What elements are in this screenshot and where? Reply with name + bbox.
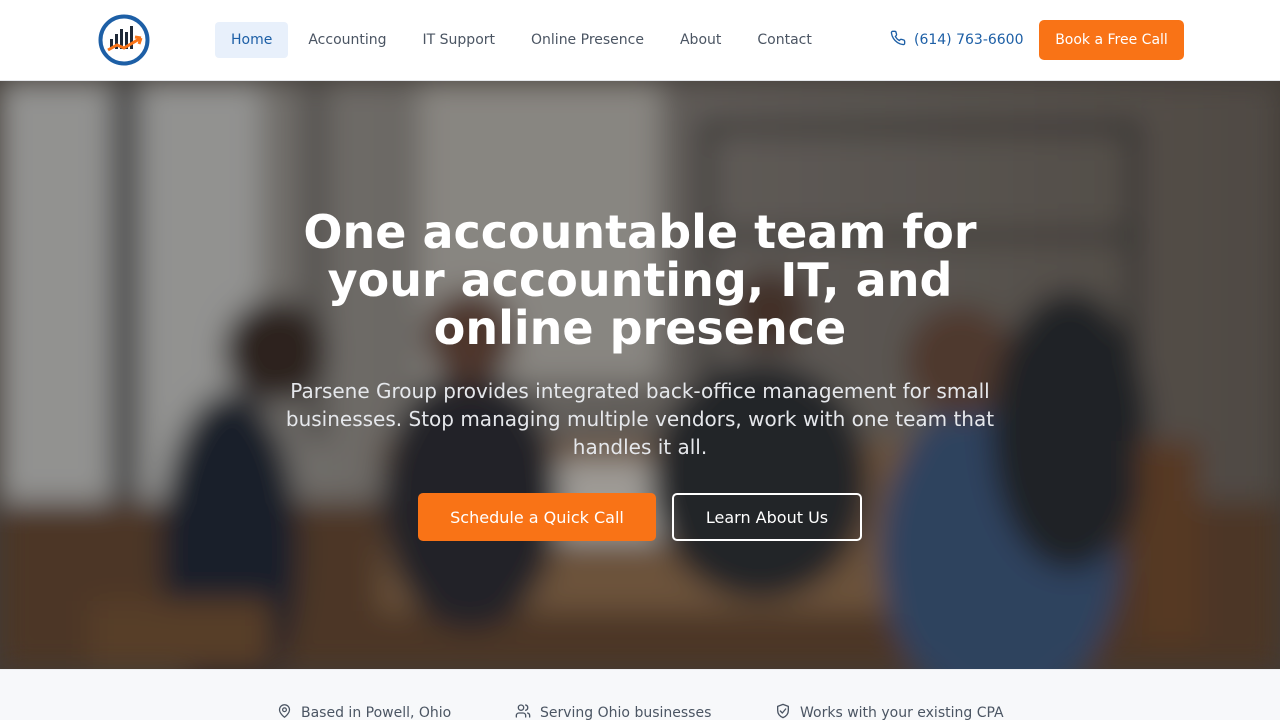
company-logo-icon[interactable] xyxy=(97,13,153,67)
map-pin-icon xyxy=(277,703,301,723)
site-header: Home Accounting IT Support Online Presen… xyxy=(0,0,1280,81)
phone-icon xyxy=(890,30,914,50)
nav-contact[interactable]: Contact xyxy=(741,22,827,58)
hero-title-line-2: your accounting, IT, and xyxy=(327,253,953,307)
nav-it-support[interactable]: IT Support xyxy=(407,22,511,58)
nav-about[interactable]: About xyxy=(664,22,737,58)
hero-title-line-3: online presence xyxy=(433,301,847,355)
trust-label: Based in Powell, Ohio xyxy=(301,705,452,721)
hero-title-line-1: One accountable team for xyxy=(303,205,977,259)
nav-online-presence[interactable]: Online Presence xyxy=(515,22,660,58)
trust-bar: Based in Powell, Ohio Serving Ohio busin… xyxy=(0,669,1280,721)
trust-item-serving: Serving Ohio businesses xyxy=(515,702,711,724)
trust-item-location: Based in Powell, Ohio xyxy=(277,702,451,724)
trust-item-cpa: Works with your existing CPA xyxy=(775,702,1004,724)
phone-link[interactable]: (614) 763-6600 xyxy=(890,22,1024,58)
book-free-call-button[interactable]: Book a Free Call xyxy=(1039,20,1184,60)
nav-home[interactable]: Home xyxy=(215,22,289,58)
hero-overlay xyxy=(0,81,1280,669)
trust-label: Serving Ohio businesses xyxy=(540,705,712,721)
users-icon xyxy=(515,703,540,723)
schedule-call-button[interactable]: Schedule a Quick Call xyxy=(418,493,656,541)
hero-section: One accountable team for your accounting… xyxy=(0,81,1280,669)
nav-accounting[interactable]: Accounting xyxy=(292,22,402,58)
learn-about-us-button[interactable]: Learn About Us xyxy=(672,493,862,541)
hero-title: One accountable team for your accounting… xyxy=(240,208,1040,352)
trust-label: Works with your existing CPA xyxy=(800,705,1004,721)
hero-subtitle: Parsene Group provides integrated back-o… xyxy=(285,379,995,459)
phone-number: (614) 763-6600 xyxy=(914,32,1024,48)
handshake-icon xyxy=(775,703,800,723)
main-nav: Home Accounting IT Support Online Presen… xyxy=(215,22,832,58)
